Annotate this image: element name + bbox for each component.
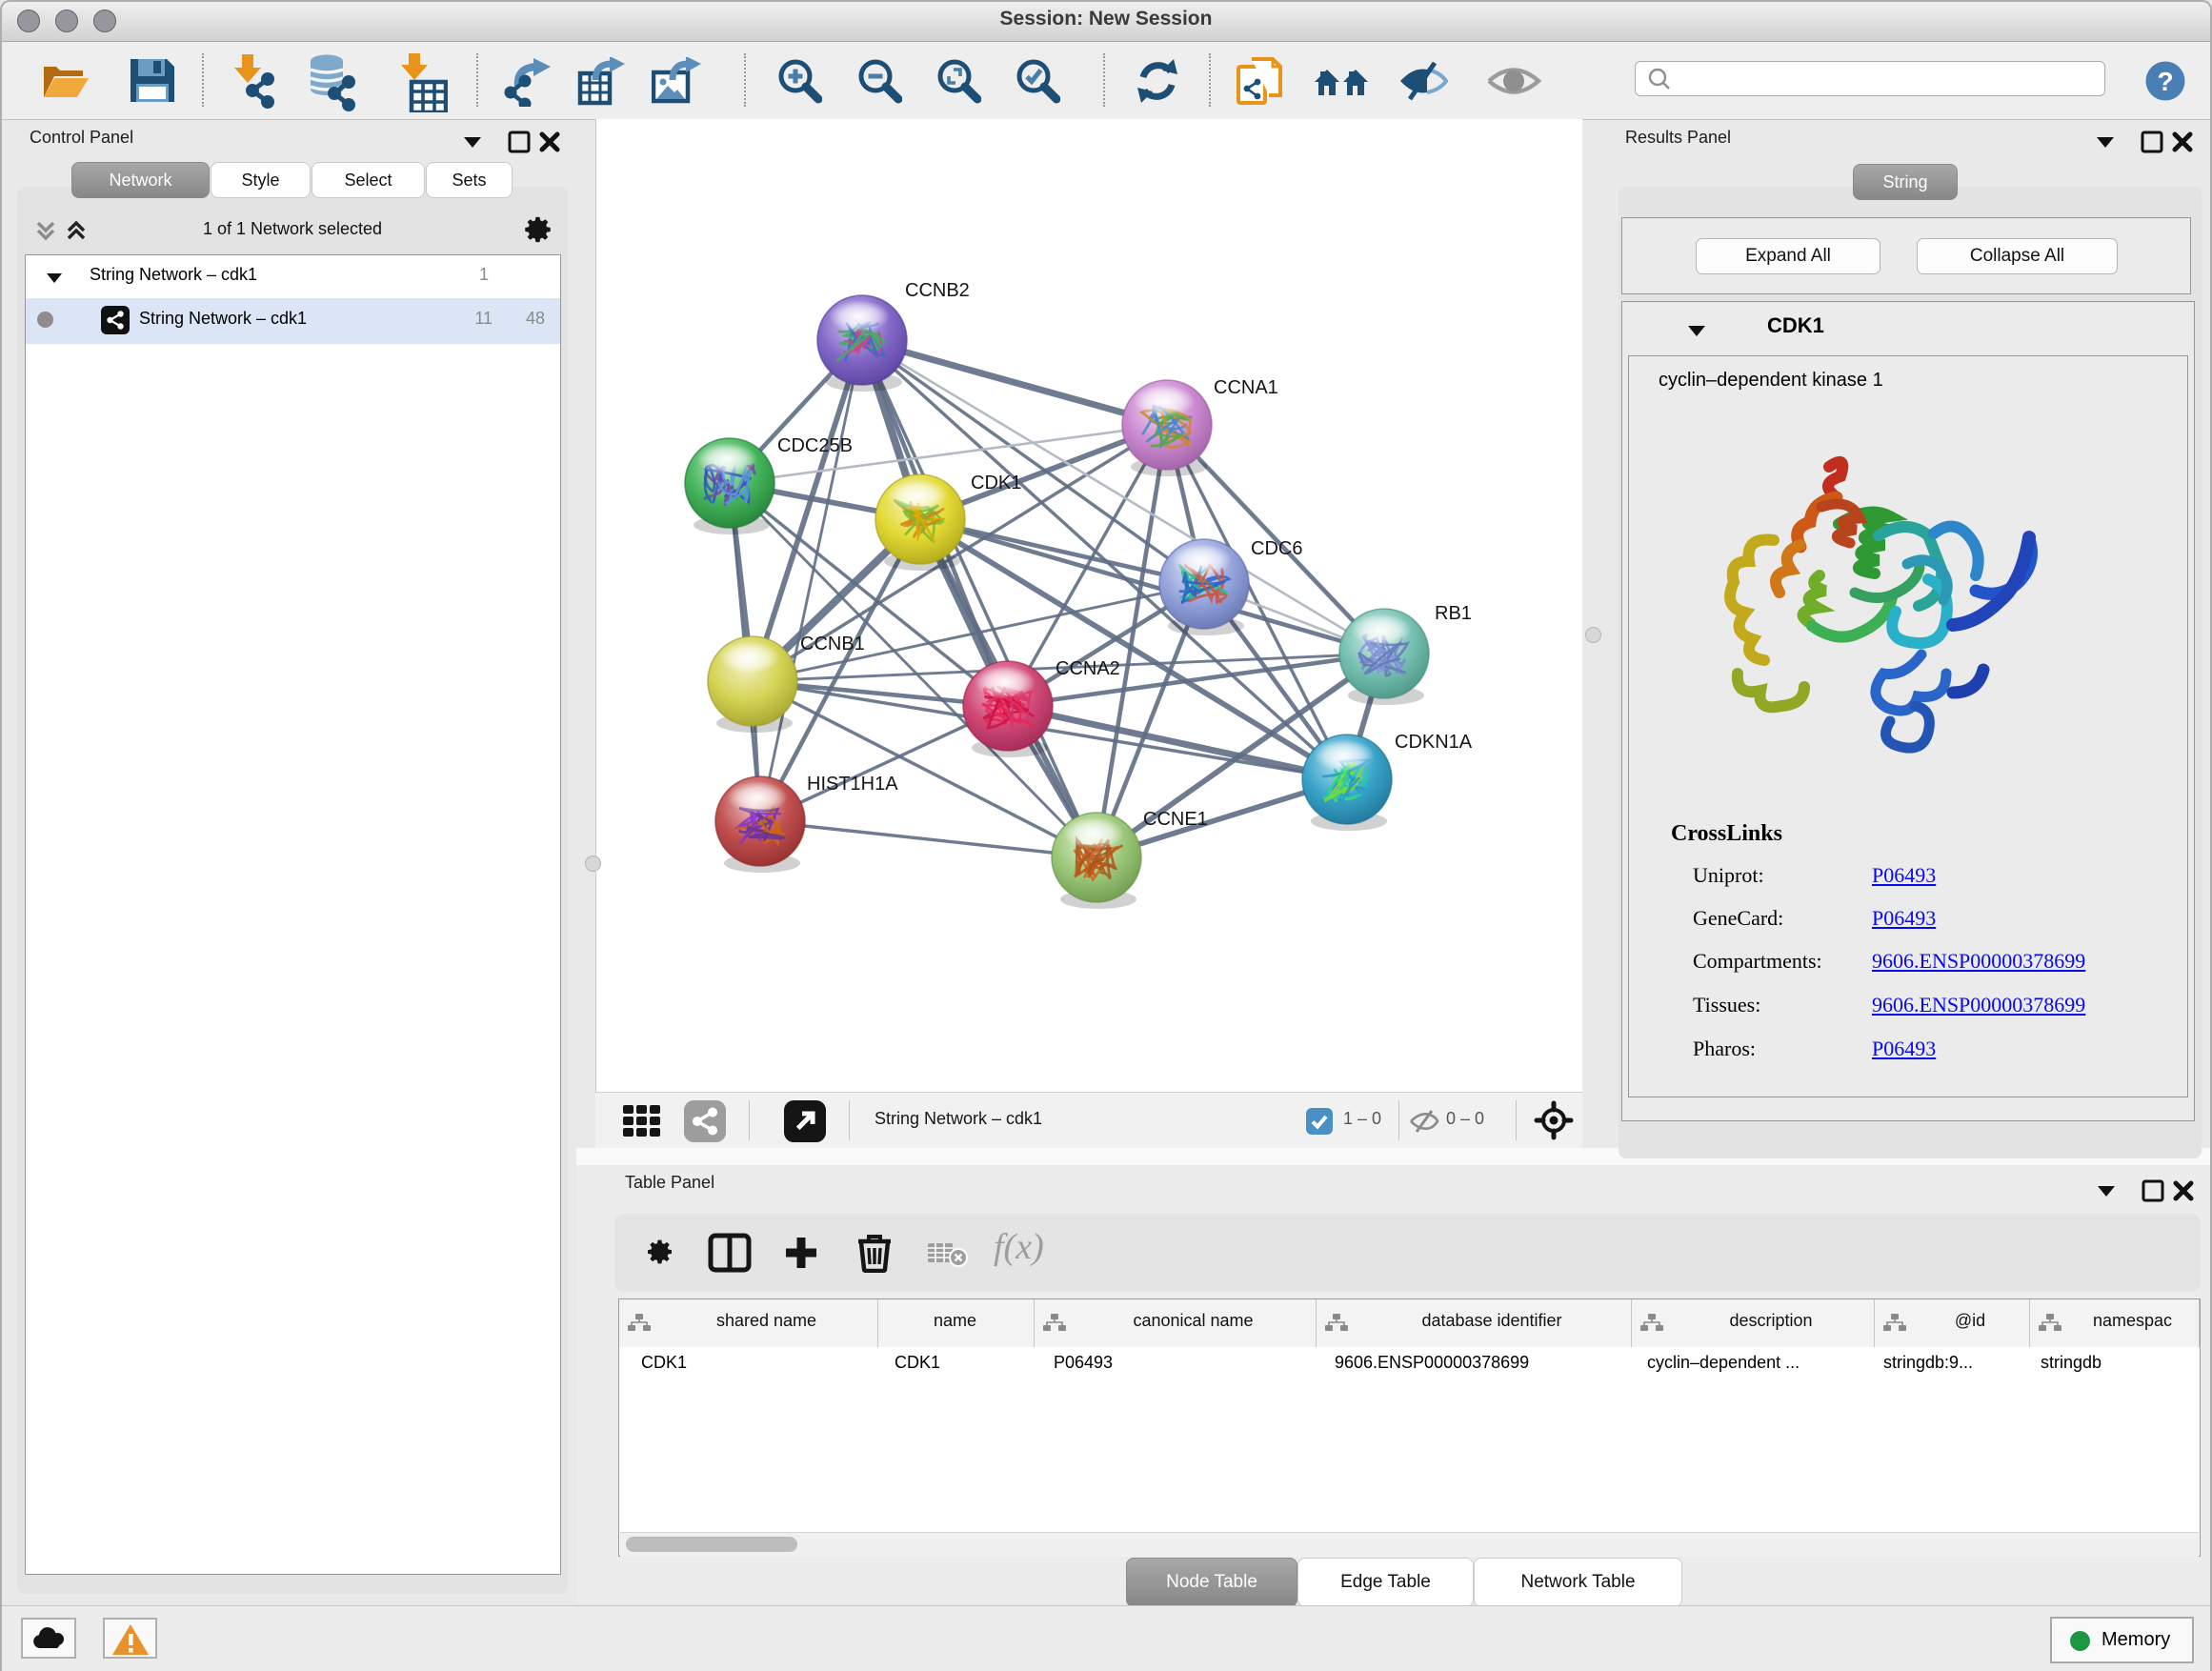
svg-text:CCNA2: CCNA2 bbox=[1056, 658, 1120, 679]
svg-text:CDC6: CDC6 bbox=[1251, 538, 1302, 559]
svg-text:CCNE1: CCNE1 bbox=[1143, 809, 1208, 830]
svg-text:HIST1H1A: HIST1H1A bbox=[807, 774, 898, 795]
svg-text:CDC25B: CDC25B bbox=[777, 435, 853, 456]
svg-text:CCNA1: CCNA1 bbox=[1214, 377, 1278, 398]
svg-text:?: ? bbox=[2157, 67, 2173, 96]
svg-text:RB1: RB1 bbox=[1435, 603, 1472, 624]
svg-text:CDKN1A: CDKN1A bbox=[1395, 732, 1473, 753]
svg-text:CDK1: CDK1 bbox=[971, 473, 1021, 493]
svg-text:CCNB2: CCNB2 bbox=[905, 280, 970, 301]
svg-text:CCNB1: CCNB1 bbox=[800, 634, 865, 654]
